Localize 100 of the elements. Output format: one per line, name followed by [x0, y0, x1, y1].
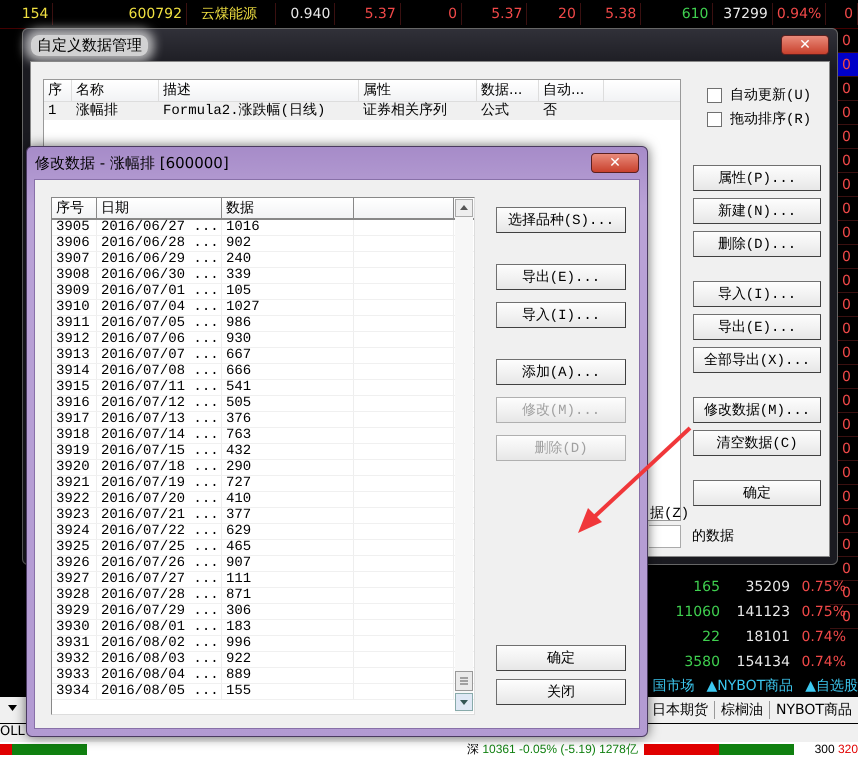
- checkbox[interactable]: [707, 112, 722, 126]
- index-name: 深: [467, 742, 479, 757]
- table-cell: 111: [222, 572, 354, 587]
- quote-cell: 5.38: [580, 3, 642, 25]
- quote-cell-text: 18101: [744, 628, 790, 644]
- table-cell: 3906: [52, 236, 97, 251]
- category-tab[interactable]: 棕榈油: [714, 701, 770, 719]
- table-cell: 2016/06/27 ...: [97, 220, 222, 235]
- market-tab[interactable]: ▲NYBOT商品: [706, 677, 794, 695]
- dialog-button[interactable]: 导出(E)...: [693, 314, 821, 340]
- dialog-button[interactable]: 选择品种(S)...: [496, 207, 626, 233]
- column-header[interactable]: 名称: [72, 80, 159, 101]
- table-cell: 290: [222, 460, 354, 475]
- scroll-thumb-icon[interactable]: [455, 671, 473, 691]
- table-cell: 3928: [52, 588, 97, 603]
- column-header[interactable]: 描述: [159, 80, 359, 101]
- table-cell: 2016/08/03 ...: [97, 652, 222, 667]
- column-header[interactable]: 属性: [359, 80, 477, 101]
- column-header[interactable]: 日期: [97, 198, 222, 218]
- quote-cell: 5.37: [335, 3, 401, 25]
- dialog-button[interactable]: 确定: [496, 645, 626, 671]
- table-cell: 2016/07/18 ...: [97, 460, 222, 475]
- table-cell: 629: [222, 524, 354, 539]
- table-cell: 2016/07/19 ...: [97, 476, 222, 491]
- table-cell-text: 公式: [480, 102, 510, 120]
- table-cell: 2016/07/21 ...: [97, 508, 222, 523]
- column-header[interactable]: 序: [44, 80, 72, 101]
- table-cell: 2016/07/04 ...: [97, 300, 222, 315]
- table-cell: 2016/06/29 ...: [97, 252, 222, 267]
- quote-cell-text: 165: [692, 578, 720, 594]
- table-cell: 3913: [52, 348, 97, 363]
- table-cell: 986: [222, 316, 354, 331]
- quote-cell-text: 11060: [674, 604, 720, 620]
- dialog-button[interactable]: 确定: [693, 480, 821, 506]
- table-cell: 541: [222, 380, 354, 395]
- table-cell: 3932: [52, 652, 97, 667]
- checkbox[interactable]: [707, 88, 722, 102]
- table-cell: 727: [222, 476, 354, 491]
- column-header[interactable]: 序号: [52, 198, 97, 218]
- table-cell: 2016/07/08 ...: [97, 364, 222, 379]
- table-cell: 2016/07/15 ...: [97, 444, 222, 459]
- table-cell: 3911: [52, 316, 97, 331]
- column-header[interactable]: 数据: [222, 198, 354, 218]
- table-cell: 2016/07/27 ...: [97, 572, 222, 587]
- dialog-button[interactable]: 新建(N)...: [693, 198, 821, 224]
- quote-cell: 0.94%: [772, 3, 826, 25]
- quote-cell: 600792: [53, 3, 187, 25]
- market-tab[interactable]: ▲自选股: [805, 677, 858, 695]
- dialog-button[interactable]: 导出(E)...: [496, 264, 626, 290]
- table-cell: 2016/07/05 ...: [97, 316, 222, 331]
- table-cell: 2016/07/07 ...: [97, 348, 222, 363]
- quote-cell: 5.37: [462, 3, 528, 25]
- table-cell: 871: [222, 588, 354, 603]
- table-cell: 3919: [52, 444, 97, 459]
- quote-cell-text: 35209: [744, 578, 790, 594]
- table-cell: 3908: [52, 268, 97, 283]
- table-cell: 3934: [52, 684, 97, 699]
- dialog-button[interactable]: 导入(I)...: [496, 302, 626, 328]
- column-header[interactable]: 数据...: [477, 80, 539, 101]
- table-cell: 3924: [52, 524, 97, 539]
- dialog-button[interactable]: 修改数据(M)...: [693, 397, 821, 423]
- table-cell: 2016/08/05 ...: [97, 684, 222, 699]
- checkbox-label[interactable]: 拖动排序(R): [730, 110, 812, 128]
- quote-cell-text: 3580: [683, 654, 720, 670]
- index-value: 10361 -0.05% (-5.19) 1278亿: [482, 742, 638, 757]
- column-header[interactable]: 自动...: [539, 80, 604, 101]
- scroll-down-icon[interactable]: [455, 693, 473, 711]
- table-cell: 2016/06/28 ...: [97, 236, 222, 251]
- table-cell: 240: [222, 252, 354, 267]
- table-cell: 3916: [52, 396, 97, 411]
- table-cell: 2016/07/25 ...: [97, 540, 222, 555]
- index-label: 300: [814, 742, 835, 757]
- dialog-button[interactable]: 属性(P)...: [693, 165, 821, 191]
- table-cell: 763: [222, 428, 354, 443]
- dialog-button[interactable]: 删除(D)...: [693, 231, 821, 257]
- table-cell: 3920: [52, 460, 97, 475]
- dialog-button[interactable]: 添加(A)...: [496, 359, 626, 385]
- table-cell: 667: [222, 348, 354, 363]
- table-cell: 3914: [52, 364, 97, 379]
- scroll-up-icon[interactable]: [455, 199, 473, 217]
- dialog-button[interactable]: 全部导出(X)...: [693, 347, 821, 373]
- checkbox-label[interactable]: 自动更新(U): [730, 86, 812, 104]
- table-cell: 3910: [52, 300, 97, 315]
- table-cell-text: Formula2.涨跌幅(日线): [162, 102, 326, 120]
- dialog-button[interactable]: 清空数据(C): [693, 430, 821, 456]
- table-cell: 3907: [52, 252, 97, 267]
- category-tab[interactable]: NYBOT商品: [769, 701, 858, 719]
- table-cell: 2016/07/13 ...: [97, 412, 222, 427]
- dropdown-caret-icon[interactable]: [8, 705, 17, 711]
- window-title: 自定义数据管理: [31, 34, 148, 56]
- input-field[interactable]: [649, 525, 681, 548]
- market-tab[interactable]: 国市场: [652, 677, 694, 695]
- table-cell: 155: [222, 684, 354, 699]
- table-cell-text: 否: [542, 102, 558, 120]
- dialog-button[interactable]: 关闭: [496, 679, 626, 705]
- table-cell: 1027: [222, 300, 354, 315]
- table-cell: 2016/07/14 ...: [97, 428, 222, 443]
- table-cell: 2016/07/11 ...: [97, 380, 222, 395]
- dialog-button[interactable]: 导入(I)...: [693, 281, 821, 307]
- table-cell: 3926: [52, 556, 97, 571]
